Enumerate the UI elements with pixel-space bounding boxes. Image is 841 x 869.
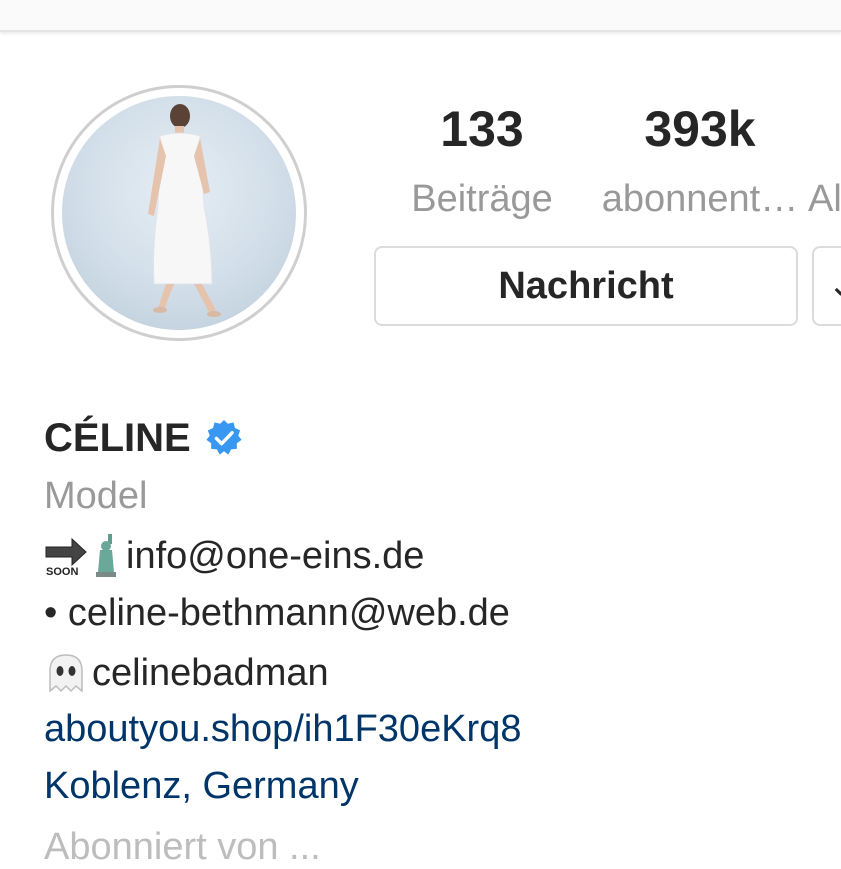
- svg-text:SOON: SOON: [46, 566, 78, 577]
- profile-category: Model: [44, 475, 148, 517]
- following-stat[interactable]: Al: [808, 104, 841, 218]
- ghost-icon: [44, 653, 88, 693]
- bio-snapchat-handle: celinebadman: [92, 652, 329, 694]
- followers-label: abonnent…: [601, 178, 799, 220]
- bio-line-email: SOON info@one-eins.de: [44, 534, 424, 578]
- posts-label: Beiträge: [411, 178, 553, 220]
- verified-badge-icon: [205, 419, 243, 457]
- follow-options-button[interactable]: ⌄: [812, 246, 841, 326]
- message-button[interactable]: Nachricht: [374, 246, 798, 326]
- profile-website-link[interactable]: aboutyou.shop/ih1F30eKrq8: [44, 710, 521, 748]
- profile-location-link[interactable]: Koblenz, Germany: [44, 767, 359, 805]
- bio-line-snapchat: celinebadman: [44, 653, 329, 693]
- chevron-down-icon: ⌄: [830, 270, 841, 301]
- followers-stat[interactable]: 393k abonnent…: [590, 104, 810, 218]
- soon-arrow-icon: SOON: [44, 535, 88, 578]
- message-button-label: Nachricht: [498, 264, 674, 307]
- profile-name: CÉLINE: [44, 416, 191, 460]
- profile-name-row: CÉLINE: [44, 418, 243, 458]
- bio-email-1: info@one-eins.de: [126, 535, 425, 577]
- following-label: Al: [808, 178, 841, 220]
- followers-count: 393k: [644, 101, 756, 157]
- avatar-photo: [62, 96, 296, 330]
- statue-of-liberty-icon: [94, 534, 122, 578]
- followed-by-text[interactable]: Abonniert von ...: [44, 826, 321, 869]
- posts-count: 133: [440, 101, 524, 157]
- top-app-bar: [0, 0, 841, 32]
- bio-email-2: • celine-bethmann@web.de: [44, 592, 510, 634]
- posts-stat[interactable]: 133 Beiträge: [404, 104, 560, 218]
- profile-avatar[interactable]: [51, 85, 307, 341]
